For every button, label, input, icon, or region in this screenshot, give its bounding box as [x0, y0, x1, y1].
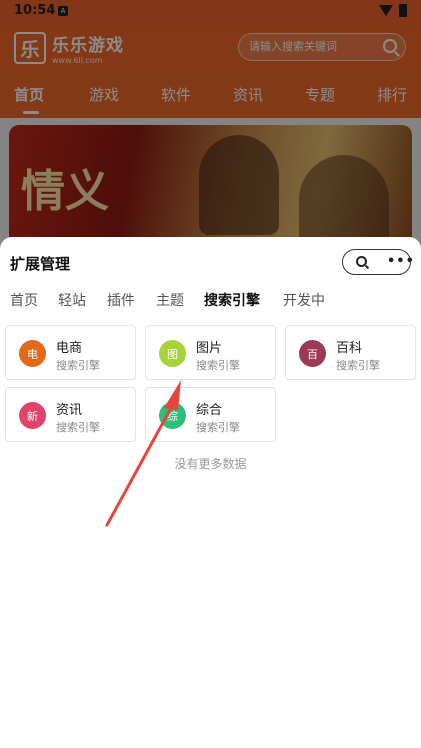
arrow-head [164, 380, 181, 410]
arrow-shaft [105, 406, 173, 527]
annotation-arrow [105, 380, 181, 527]
